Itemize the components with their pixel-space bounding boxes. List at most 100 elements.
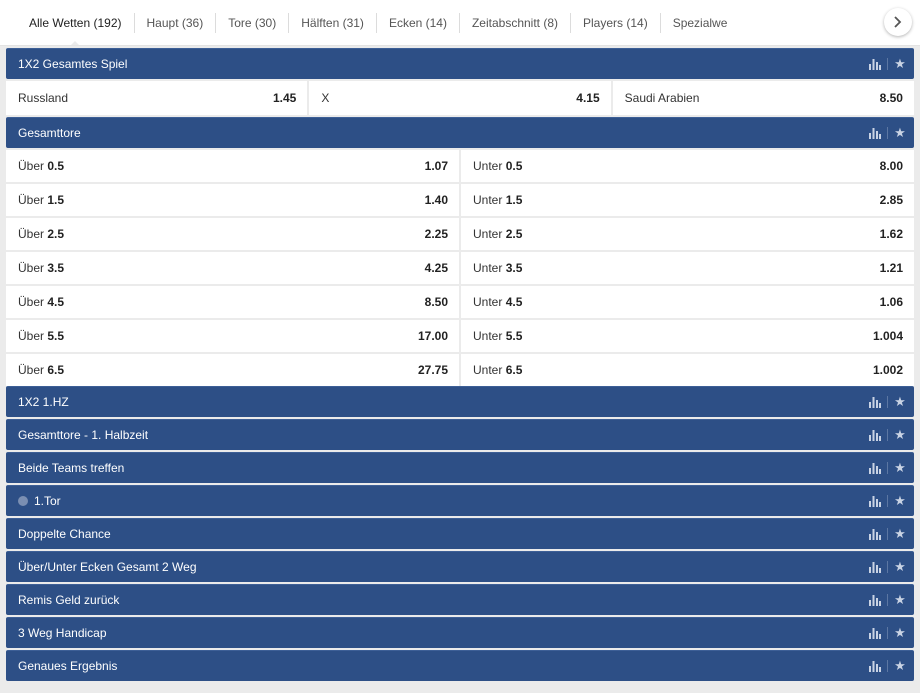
tab-haelften[interactable]: Hälften (31) — [289, 0, 376, 45]
over-label: Über — [18, 261, 45, 275]
line-value: 0.5 — [47, 159, 65, 173]
tab-zeitabschnitt[interactable]: Zeitabschnitt (8) — [460, 0, 570, 45]
tab-players[interactable]: Players (14) — [571, 0, 660, 45]
under-outcome[interactable]: Unter 3.5 1.21 — [461, 252, 914, 284]
over-outcome[interactable]: Über 2.5 2.25 — [6, 218, 459, 250]
market-header[interactable]: Beide Teams treffen ★ — [6, 452, 914, 483]
market-header[interactable]: Über/Unter Ecken Gesamt 2 Weg ★ — [6, 551, 914, 582]
star-icon[interactable]: ★ — [888, 585, 912, 616]
odd-value: 17.00 — [417, 329, 448, 343]
bar-chart-icon[interactable] — [863, 453, 887, 484]
under-outcome[interactable]: Unter 5.5 1.004 — [461, 320, 914, 352]
under-label: Unter — [473, 261, 503, 275]
outcome-label: X — [321, 91, 330, 105]
total-line-row: Über 1.5 1.40 Unter 1.5 2.85 — [6, 184, 914, 216]
tabs-next-button[interactable] — [884, 8, 912, 36]
under-label: Unter — [473, 363, 503, 377]
under-outcome[interactable]: Unter 1.5 2.85 — [461, 184, 914, 216]
under-outcome[interactable]: Unter 0.5 8.00 — [461, 150, 914, 182]
market-collapsed: 1X2 1.HZ ★ — [6, 386, 914, 417]
under-label: Unter — [473, 295, 503, 309]
total-line-row: Über 3.5 4.25 Unter 3.5 1.21 — [6, 252, 914, 284]
market-header[interactable]: 1X2 Gesamtes Spiel ★ — [6, 48, 914, 79]
line-value: 5.5 — [47, 329, 65, 343]
line-value: 1.5 — [47, 193, 65, 207]
tab-haupt[interactable]: Haupt (36) — [135, 0, 216, 45]
odd-value: 4.15 — [576, 91, 600, 105]
star-icon[interactable]: ★ — [888, 49, 912, 80]
market-title-text: Beide Teams treffen — [18, 461, 125, 475]
line-value: 4.5 — [505, 295, 523, 309]
tab-spezialwetten[interactable]: Spezialwe — [661, 0, 740, 45]
star-icon[interactable]: ★ — [888, 519, 912, 550]
outcome-draw[interactable]: X 4.15 — [309, 81, 611, 115]
outcome-label: Über 1.5 — [18, 193, 64, 207]
over-outcome[interactable]: Über 4.5 8.50 — [6, 286, 459, 318]
bar-chart-icon[interactable] — [863, 519, 887, 550]
line-value: 5.5 — [505, 329, 523, 343]
star-icon[interactable]: ★ — [888, 486, 912, 517]
bar-chart-icon[interactable] — [863, 618, 887, 649]
market-tabs: Alle Wetten (192) Haupt (36) Tore (30) H… — [0, 0, 920, 46]
market-title-text: Genaues Ergebnis — [18, 659, 118, 673]
market-header[interactable]: Gesamttore ★ — [6, 117, 914, 148]
star-icon[interactable]: ★ — [888, 387, 912, 418]
over-label: Über — [18, 193, 45, 207]
star-icon[interactable]: ★ — [888, 651, 912, 682]
market-header[interactable]: 1.Tor ★ — [6, 485, 914, 516]
outcome-home[interactable]: Russland 1.45 — [6, 81, 308, 115]
outcome-label: Unter 0.5 — [473, 159, 522, 173]
bar-chart-icon[interactable] — [863, 49, 887, 80]
market-collapsed: 3 Weg Handicap ★ — [6, 617, 914, 648]
over-outcome[interactable]: Über 3.5 4.25 — [6, 252, 459, 284]
outcome-label: Über 5.5 — [18, 329, 64, 343]
tab-tore[interactable]: Tore (30) — [216, 0, 288, 45]
market-header[interactable]: Remis Geld zurück ★ — [6, 584, 914, 615]
market-title: Gesamttore - 1. Halbzeit — [18, 428, 863, 442]
market-title: 3 Weg Handicap — [18, 626, 863, 640]
market-title: 1X2 1.HZ — [18, 395, 863, 409]
over-outcome[interactable]: Über 5.5 17.00 — [6, 320, 459, 352]
over-label: Über — [18, 295, 45, 309]
market-title: Über/Unter Ecken Gesamt 2 Weg — [18, 560, 863, 574]
tab-ecken[interactable]: Ecken (14) — [377, 0, 459, 45]
outcome-label: Über 6.5 — [18, 363, 64, 377]
star-icon[interactable]: ★ — [888, 420, 912, 451]
bar-chart-icon[interactable] — [863, 118, 887, 149]
bar-chart-icon[interactable] — [863, 552, 887, 583]
market-header[interactable]: Doppelte Chance ★ — [6, 518, 914, 549]
market-header[interactable]: Gesamttore - 1. Halbzeit ★ — [6, 419, 914, 450]
outcome-label: Unter 5.5 — [473, 329, 522, 343]
market-collapsed: Genaues Ergebnis ★ — [6, 650, 914, 681]
market-header[interactable]: 3 Weg Handicap ★ — [6, 617, 914, 648]
under-label: Unter — [473, 329, 503, 343]
market-collapsed: Remis Geld zurück ★ — [6, 584, 914, 615]
market-header[interactable]: 1X2 1.HZ ★ — [6, 386, 914, 417]
star-icon[interactable]: ★ — [888, 453, 912, 484]
bar-chart-icon[interactable] — [863, 585, 887, 616]
under-outcome[interactable]: Unter 2.5 1.62 — [461, 218, 914, 250]
bar-chart-icon[interactable] — [863, 486, 887, 517]
star-icon[interactable]: ★ — [888, 552, 912, 583]
bar-chart-icon[interactable] — [863, 420, 887, 451]
market-title-text: Gesamttore - 1. Halbzeit — [18, 428, 149, 442]
under-outcome[interactable]: Unter 6.5 1.002 — [461, 354, 914, 386]
star-icon[interactable]: ★ — [888, 118, 912, 149]
over-outcome[interactable]: Über 0.5 1.07 — [6, 150, 459, 182]
under-outcome[interactable]: Unter 4.5 1.06 — [461, 286, 914, 318]
outcome-label: Unter 3.5 — [473, 261, 522, 275]
odd-value: 4.25 — [424, 261, 448, 275]
outcome-label: Unter 4.5 — [473, 295, 522, 309]
over-outcome[interactable]: Über 6.5 27.75 — [6, 354, 459, 386]
line-value: 6.5 — [505, 363, 523, 377]
bar-chart-icon[interactable] — [863, 651, 887, 682]
info-icon[interactable] — [18, 496, 28, 506]
line-value: 1.5 — [505, 193, 523, 207]
tab-alle-wetten[interactable]: Alle Wetten (192) — [17, 0, 134, 45]
outcome-away[interactable]: Saudi Arabien 8.50 — [612, 81, 914, 115]
market-header[interactable]: Genaues Ergebnis ★ — [6, 650, 914, 681]
bar-chart-icon[interactable] — [863, 387, 887, 418]
odd-value: 2.25 — [424, 227, 448, 241]
star-icon[interactable]: ★ — [888, 618, 912, 649]
over-outcome[interactable]: Über 1.5 1.40 — [6, 184, 459, 216]
